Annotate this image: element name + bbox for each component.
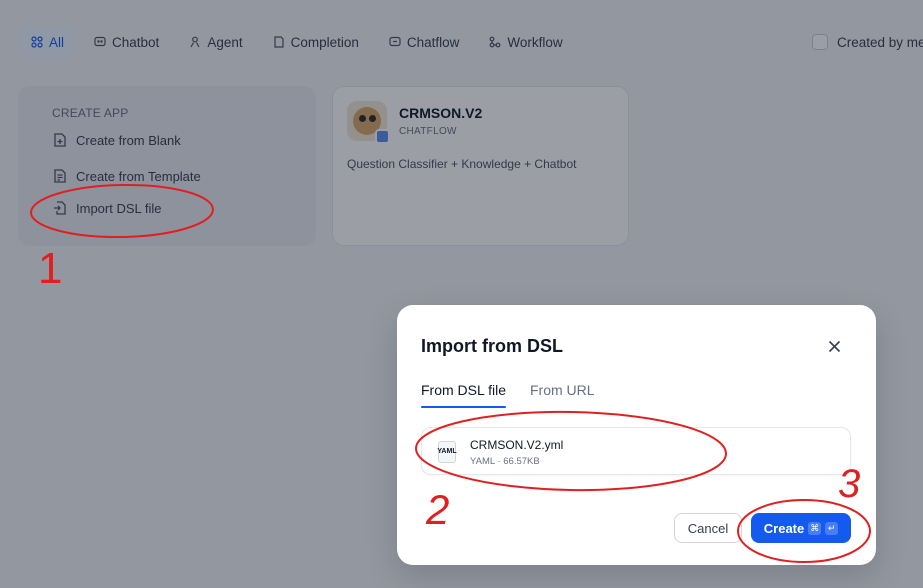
close-icon[interactable]: [826, 338, 842, 354]
active-tab-indicator: [421, 406, 506, 408]
create-button[interactable]: Create ⌘ ↵: [751, 513, 851, 543]
tab-from-url[interactable]: From URL: [530, 382, 595, 398]
create-button-label: Create: [763, 520, 805, 536]
enter-key-icon: ↵: [825, 521, 839, 535]
file-name: CRMSON.V2.yml: [470, 438, 564, 452]
modal-title: Import from DSL: [421, 336, 563, 356]
file-meta: YAML · 66.57KB: [470, 456, 540, 467]
import-dsl-modal: Import from DSL From DSL file From URL Y…: [397, 305, 876, 565]
yaml-file-icon: YAML: [437, 441, 457, 463]
cancel-button[interactable]: Cancel: [674, 513, 742, 543]
command-key-icon: ⌘: [808, 521, 822, 535]
tab-from-dsl-file[interactable]: From DSL file: [421, 382, 506, 398]
uploaded-file[interactable]: YAML CRMSON.V2.yml YAML · 66.57KB: [421, 427, 851, 475]
